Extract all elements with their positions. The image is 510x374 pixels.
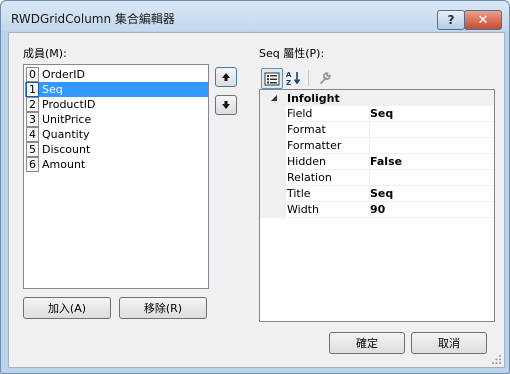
ok-button[interactable]: 確定 [329,332,405,354]
member-name: Discount [42,143,91,156]
collection-editor-window: RWDGridColumn 集合編輯器 ? ✕ 成員(M): 0 OrderID 1… [0,0,510,374]
categorized-view-button[interactable] [261,68,283,89]
member-name: UnitPrice [42,113,92,126]
add-button-label: 加入(A) [47,302,87,315]
property-row[interactable]: Format [260,122,494,138]
member-index: 1 [26,82,39,97]
property-name: Hidden [287,154,370,170]
member-name: Amount [42,158,86,171]
window-title: RWDGridColumn 集合編輯器 [11,12,175,26]
collapse-triangle-icon [271,95,277,101]
property-row[interactable]: Width 90 [260,202,494,218]
help-button[interactable]: ? [437,10,465,30]
property-row-gutter [260,122,286,138]
members-label: 成員(M): [23,47,67,60]
remove-button[interactable]: 移除(R) [119,297,207,319]
member-index: 0 [26,67,39,82]
property-value[interactable]: Seq [370,186,494,202]
arrow-up-icon [222,73,230,81]
member-index: 6 [26,157,39,172]
property-row[interactable]: Field Seq [260,106,494,122]
title-bar[interactable]: RWDGridColumn 集合編輯器 ? ✕ [1,1,509,31]
toolbar-separator [308,70,309,86]
member-list-item[interactable]: 1 Seq [25,82,208,97]
property-row-gutter [260,154,286,170]
property-name: Width [287,202,370,218]
member-name: Quantity [42,128,90,141]
member-index: 5 [26,142,39,157]
property-row-gutter [260,202,286,218]
property-value[interactable] [370,170,494,186]
svg-text:Z: Z [286,79,291,86]
property-row[interactable]: Hidden False [260,154,494,170]
property-name: Format [287,122,370,138]
alphabetical-sort-button[interactable]: A Z [284,68,304,87]
member-index: 2 [26,97,39,112]
property-name: Field [287,106,370,122]
arrow-down-icon [222,101,230,109]
svg-text:A: A [286,71,292,79]
resize-grip-icon[interactable] [491,354,502,365]
property-value[interactable] [370,138,494,154]
dialog-client-area: 成員(M): 0 OrderID 1 Seq 2 ProductID 3 UnitPrice 4… [8,32,505,368]
property-pages-button[interactable] [315,68,335,87]
member-name: ProductID [42,98,96,111]
member-list-item[interactable]: 4 Quantity [25,127,208,142]
property-row-gutter [260,106,286,122]
member-list-item[interactable]: 5 Discount [25,142,208,157]
property-name: Relation [287,170,370,186]
move-up-button[interactable] [215,67,237,87]
property-row-gutter [260,170,286,186]
category-row[interactable]: Infolight [260,90,494,106]
categorized-view-icon [264,72,280,85]
add-button[interactable]: 加入(A) [23,297,111,319]
member-index: 3 [26,112,39,127]
property-grid[interactable]: Infolight Field Seq Format Formatter Hidden F… [259,89,495,322]
properties-label: Seq 屬性(P): [259,47,325,60]
help-icon: ? [447,13,455,27]
property-row-gutter [260,138,286,154]
wrench-icon [320,71,331,84]
close-icon: ✕ [477,12,489,28]
property-name: Title [287,186,370,202]
member-list-item[interactable]: 3 UnitPrice [25,112,208,127]
property-row-gutter [260,186,286,202]
property-value[interactable]: 90 [370,202,494,218]
member-list-item[interactable]: 0 OrderID [25,67,208,82]
remove-button-label: 移除(R) [143,302,183,315]
member-list-item[interactable]: 2 ProductID [25,97,208,112]
property-row[interactable]: Formatter [260,138,494,154]
property-value[interactable] [370,122,494,138]
cancel-button-label: 取消 [438,337,460,350]
move-down-button[interactable] [215,95,237,115]
category-name: Infolight [287,91,340,105]
cancel-button[interactable]: 取消 [411,332,487,354]
member-name: OrderID [42,68,85,81]
member-index: 4 [26,127,39,142]
alphabetical-sort-icon: A Z [286,71,301,86]
member-name: Seq [42,83,63,96]
members-listbox[interactable]: 0 OrderID 1 Seq 2 ProductID 3 UnitPrice 4 Quantit… [23,64,209,289]
close-button[interactable]: ✕ [464,10,502,30]
ok-button-label: 確定 [356,337,378,350]
property-value[interactable]: False [370,154,494,170]
property-row[interactable]: Title Seq [260,186,494,202]
member-list-item[interactable]: 6 Amount [25,157,208,172]
property-row[interactable]: Relation [260,170,494,186]
property-value[interactable]: Seq [370,106,494,122]
property-name: Formatter [287,138,370,154]
